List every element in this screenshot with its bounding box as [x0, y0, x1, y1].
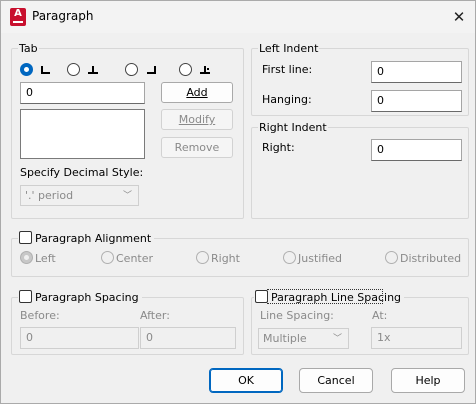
line-spacing-mode-value: Multiple — [263, 332, 307, 345]
right-tab-radio[interactable] — [125, 63, 138, 76]
modify-button-label: Modify — [178, 113, 216, 126]
align-left-label: Left — [35, 252, 56, 265]
focus-rectangle — [267, 289, 383, 304]
right-indent-label: Right Indent — [258, 121, 328, 134]
before-label: Before: — [20, 309, 60, 322]
right-input[interactable]: 0 — [371, 139, 462, 161]
right-tab-icon — [145, 65, 157, 75]
title-bar: A Paragraph ✕ — [1, 1, 475, 33]
line-spacing-mode-select[interactable]: Multiple ﹀ — [258, 328, 349, 349]
center-tab-radio[interactable] — [67, 63, 80, 76]
remove-button[interactable]: Remove — [161, 137, 233, 158]
add-button-label: Add — [186, 86, 208, 99]
center-tab-icon — [87, 65, 99, 75]
cancel-button[interactable]: Cancel — [299, 368, 373, 393]
chevron-down-icon: ﹀ — [332, 334, 342, 344]
paragraph-dialog: A Paragraph ✕ Tab 0 Add Modify Remove Sp… — [0, 0, 476, 404]
align-left-radio[interactable] — [20, 251, 33, 264]
left-indent-label: Left Indent — [258, 42, 320, 55]
modify-button[interactable]: Modify — [161, 109, 233, 130]
align-distributed-radio[interactable] — [385, 251, 398, 264]
alignment-label: Paragraph Alignment — [35, 232, 152, 245]
autocad-app-icon: A — [10, 8, 26, 26]
align-right-radio[interactable] — [196, 251, 209, 264]
decimal-tab-radio[interactable] — [179, 63, 192, 76]
right-label: Right: — [262, 141, 295, 154]
decimal-style-value: '.' period — [25, 189, 74, 202]
before-input[interactable]: 0 — [20, 327, 139, 349]
spacing-checkbox[interactable] — [19, 290, 32, 303]
left-tab-radio[interactable] — [20, 63, 33, 76]
after-input[interactable]: 0 — [140, 327, 236, 349]
alignment-header: Paragraph Alignment — [18, 231, 155, 245]
decimal-tab-icon — [199, 65, 211, 75]
align-center-radio[interactable] — [101, 251, 114, 264]
alignment-checkbox[interactable] — [19, 231, 32, 244]
align-right-label: Right — [211, 252, 240, 265]
after-label: After: — [140, 309, 170, 322]
align-distributed-label: Distributed — [400, 252, 462, 265]
left-tab-icon — [40, 65, 52, 75]
spacing-header: Paragraph Spacing — [18, 290, 142, 304]
window-title: Paragraph — [32, 9, 94, 23]
decimal-style-label: Specify Decimal Style: — [20, 166, 144, 179]
align-justified-label: Justified — [298, 252, 342, 265]
at-input[interactable]: 1x — [371, 327, 462, 349]
hanging-input[interactable]: 0 — [371, 90, 462, 112]
ok-button[interactable]: OK — [209, 368, 283, 393]
tab-group-label: Tab — [18, 42, 39, 55]
line-spacing-mode-label: Line Spacing: — [260, 309, 334, 322]
add-button[interactable]: Add — [161, 82, 233, 103]
align-center-label: Center — [116, 252, 154, 265]
at-label: At: — [372, 309, 388, 322]
tab-stops-list[interactable] — [20, 109, 145, 159]
help-button[interactable]: Help — [391, 368, 465, 393]
first-line-input[interactable]: 0 — [371, 61, 462, 83]
hanging-label: Hanging: — [262, 93, 312, 106]
chevron-down-icon: ﹀ — [122, 191, 132, 201]
close-icon[interactable]: ✕ — [446, 5, 472, 29]
decimal-style-select[interactable]: '.' period ﹀ — [20, 185, 139, 206]
first-line-label: First line: — [262, 63, 313, 76]
tab-position-input[interactable]: 0 — [20, 82, 145, 104]
spacing-label: Paragraph Spacing — [35, 291, 139, 304]
align-justified-radio[interactable] — [283, 251, 296, 264]
